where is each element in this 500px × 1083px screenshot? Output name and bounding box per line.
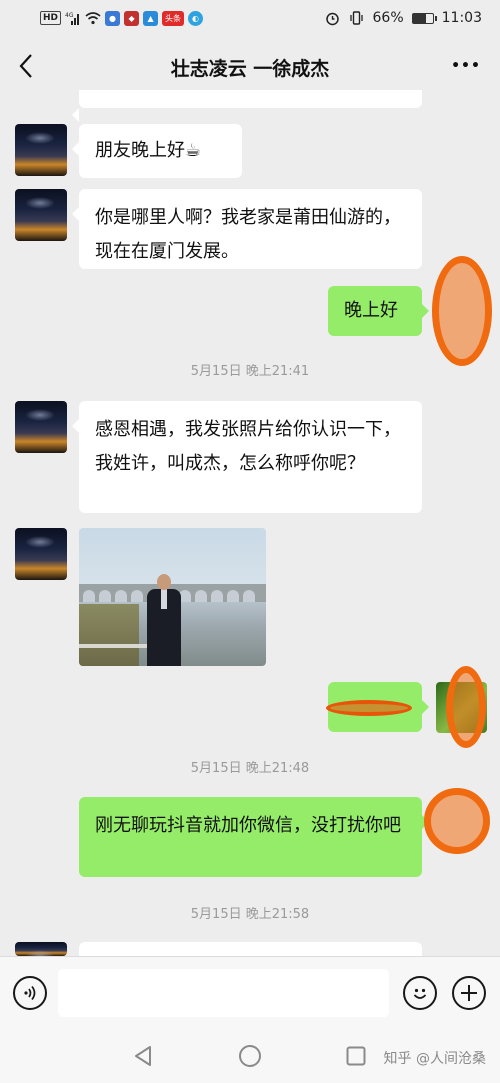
vibrate-icon <box>349 11 365 25</box>
status-bar: HD 4G ● ◆ ▲ 头条 ◐ 66% 11:03 <box>0 0 500 36</box>
contact-avatar[interactable] <box>15 528 67 580</box>
alarm-icon <box>325 11 341 25</box>
voice-button[interactable] <box>13 976 47 1010</box>
system-nav-bar: 知乎 @人间沧桑 <box>0 1028 500 1083</box>
status-right: 66% 11:03 <box>325 10 482 26</box>
square-recents-icon <box>346 1046 366 1066</box>
message-bubble[interactable]: 朋友晚上好☕ <box>72 124 242 178</box>
message-text: 你是哪里人啊？我老家是莆田仙游的，现在在厦门发展。 <box>95 207 401 262</box>
photo-person <box>141 574 187 666</box>
nav-recents-button[interactable] <box>344 1044 368 1068</box>
nav-home-button[interactable] <box>238 1044 262 1068</box>
message-input[interactable] <box>58 969 389 1017</box>
partial-message-bubble <box>72 90 422 122</box>
plus-button[interactable] <box>452 976 486 1010</box>
message-bubble[interactable]: 刚无聊玩抖音就加你微信，没打扰你吧 <box>79 797 429 877</box>
app-notification-icon: ● <box>105 10 121 26</box>
chevron-left-icon <box>19 54 32 78</box>
clock: 11:03 <box>441 10 482 26</box>
app-notification-icon: ◆ <box>124 10 140 26</box>
chat-title: 壮志凌云 一徐成杰 <box>170 57 330 80</box>
contact-avatar[interactable] <box>15 189 67 241</box>
timestamp: 5月15日 晚上21:41 <box>190 364 310 379</box>
message-text: 感恩相遇，我发张照片给你认识一下，我姓许，叫成杰，怎么称呼你呢？ <box>95 419 401 474</box>
timestamp: 5月15日 晚上21:58 <box>190 907 310 922</box>
chat-header: 壮志凌云 一徐成杰 ••• <box>0 36 500 98</box>
message-bubble[interactable]: 你是哪里人啊？我老家是莆田仙游的，现在在厦门发展。 <box>72 189 422 269</box>
toutiao-badge: 头条 <box>162 10 185 26</box>
redaction-scribble <box>446 666 486 748</box>
contact-avatar[interactable] <box>15 942 67 956</box>
message-bubble[interactable]: 晚上好 <box>328 286 429 336</box>
message-text: 朋友晚上好☕ <box>95 140 202 161</box>
photo-message[interactable] <box>79 528 266 666</box>
message-bubble[interactable]: 感恩相遇，我发张照片给你认识一下，我姓许，叫成杰，怎么称呼你呢？ <box>72 401 422 513</box>
message-text: 刚无聊玩抖音就加你微信，没打扰你吧 <box>95 815 401 836</box>
hd-indicator: HD <box>40 11 62 25</box>
battery-icon <box>411 12 437 24</box>
more-icon: ••• <box>451 58 481 74</box>
message-text: 晚上好 <box>344 300 398 321</box>
redaction-scribble <box>326 700 412 716</box>
emoji-icon <box>413 988 427 999</box>
plus-icon <box>461 985 477 1001</box>
redaction-scribble <box>432 256 492 366</box>
status-left: HD 4G ● ◆ ▲ 头条 ◐ <box>40 10 204 26</box>
contact-avatar[interactable] <box>15 401 67 453</box>
redaction-scribble <box>424 788 490 854</box>
watermark: 知乎 @人间沧桑 <box>383 1051 486 1067</box>
more-options-button[interactable]: ••• <box>448 50 484 82</box>
wifi-icon <box>85 11 101 25</box>
app-notification-icon: ▲ <box>143 10 159 26</box>
input-bar <box>0 956 500 1028</box>
contact-avatar[interactable] <box>15 124 67 176</box>
photo-railing <box>79 644 149 666</box>
signal-icon: 4G <box>65 11 81 25</box>
timestamp: 5月15日 晚上21:48 <box>190 761 310 776</box>
partial-message-bubble <box>72 942 422 974</box>
network-type-text: 4G <box>65 12 74 19</box>
battery-percent: 66% <box>372 10 404 26</box>
triangle-back-icon <box>135 1046 151 1066</box>
voice-icon <box>24 985 36 1001</box>
back-button[interactable] <box>10 50 42 82</box>
emoji-button[interactable] <box>403 976 437 1010</box>
app-notification-icon: ◐ <box>188 10 204 26</box>
circle-home-icon <box>239 1045 261 1067</box>
nav-back-button[interactable] <box>131 1044 155 1068</box>
